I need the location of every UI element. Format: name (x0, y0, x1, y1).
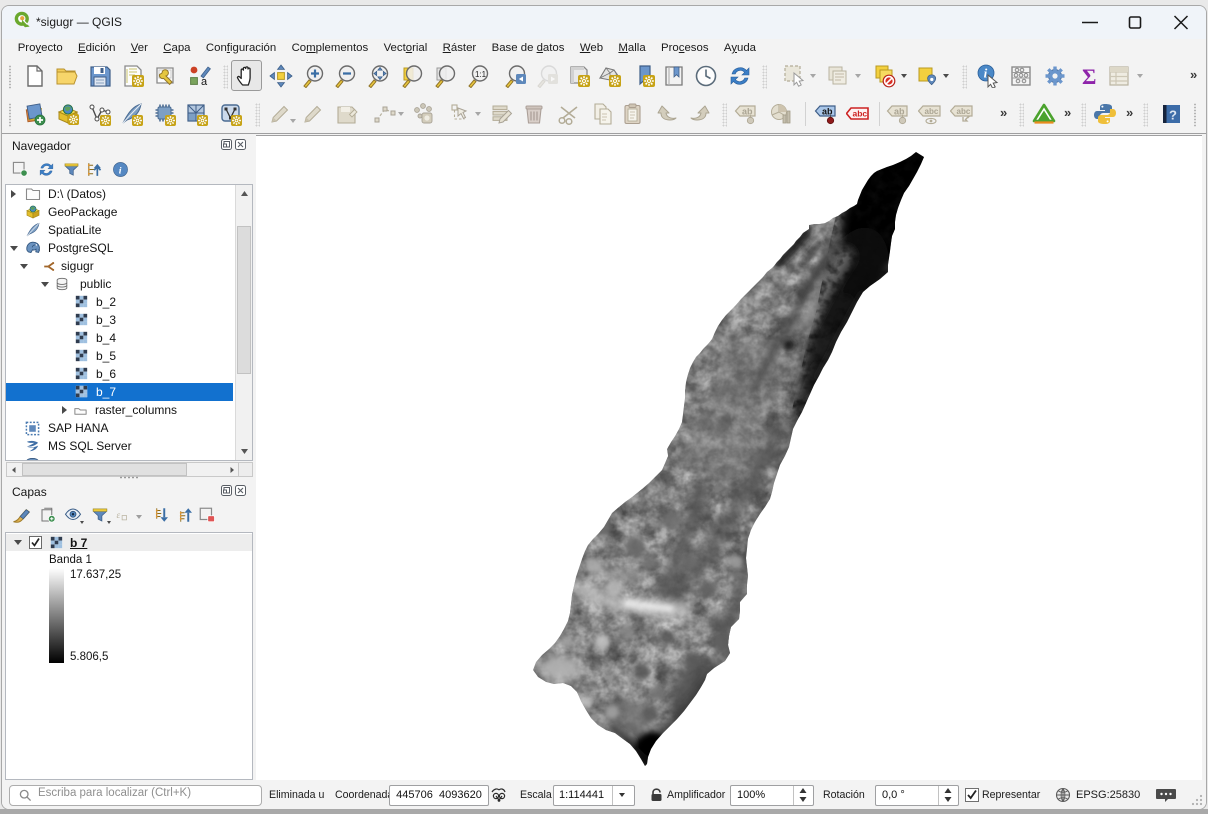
svg-text:ε: ε (117, 511, 121, 521)
svg-text:i: i (119, 165, 122, 176)
